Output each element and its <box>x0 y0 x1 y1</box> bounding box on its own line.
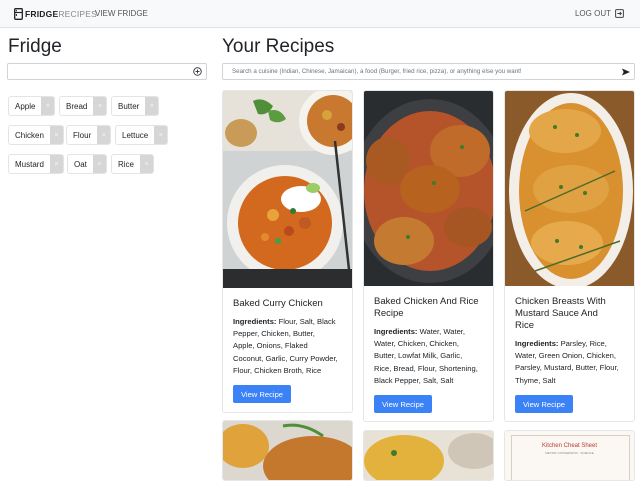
ingredients-line: Water, Green Onion, Chicken, <box>515 351 617 361</box>
recipe-image <box>364 91 493 286</box>
ingredients-label: Ingredients: <box>233 317 277 326</box>
recipe-ingredients: Ingredients: Flour, Salt, Black Pepper, … <box>233 316 338 377</box>
chip-label: Bread <box>66 101 88 111</box>
ingredients-line: Thyme, Salt <box>515 375 556 385</box>
remove-chip-button[interactable]: × <box>97 126 111 144</box>
recipe-title-line: Rice <box>515 320 535 331</box>
view-recipe-button[interactable]: View Recipe <box>233 385 291 403</box>
ingredients-line: Flour, Chicken Broth, Rice <box>233 365 322 375</box>
ingredients-line: Parsley, Mustard, Butter, Flour, <box>515 363 619 373</box>
recipe-card: Chicken Breasts With Mustard Sauce And R… <box>504 90 635 422</box>
chip-label: Chicken <box>15 130 44 140</box>
cheat-sheet-subtitle: METRIC CONVERSION · SCIENCE <box>545 451 594 455</box>
chip-label: Lettuce <box>122 130 149 140</box>
remove-chip-button[interactable]: × <box>49 155 63 173</box>
recipe-ingredients: Ingredients: Parsley, Rice, Water, Green… <box>515 338 619 387</box>
recipe-ingredients: Ingredients: Water, Water, Water, Chicke… <box>374 326 478 387</box>
recipe-image <box>364 431 493 480</box>
brand-name-bold: FRIDGE <box>25 9 59 19</box>
ingredient-chip: Lettuce × <box>115 125 169 145</box>
remove-chip-button[interactable]: × <box>145 97 159 115</box>
recipe-card: Baked Chicken And Rice Recipe Ingredient… <box>363 90 494 422</box>
recipe-title: Baked Curry Chicken <box>233 298 323 309</box>
ingredient-chip: Oat × <box>67 154 107 174</box>
chip-label: Mustard <box>15 159 44 169</box>
brand-name-light: RECIPES <box>58 9 98 19</box>
chip-label: Butter <box>118 101 140 111</box>
chip-label: Flour <box>73 130 92 140</box>
ingredient-chip: Chicken × <box>8 125 64 145</box>
remove-chip-button[interactable]: × <box>154 126 168 144</box>
ingredients-line: Butter, Lowfat Milk, Garlic, <box>374 351 463 361</box>
ingredient-chip: Mustard × <box>8 154 64 174</box>
ingredients-label: Ingredients: <box>515 339 559 348</box>
ingredient-chip: Rice × <box>111 154 155 174</box>
top-navbar: FRIDGE RECIPES VIEW FRIDGE LOG OUT <box>0 0 640 28</box>
view-recipe-button[interactable]: View Recipe <box>374 395 432 413</box>
remove-chip-button[interactable]: × <box>93 97 107 115</box>
send-icon[interactable] <box>621 67 631 77</box>
ingredient-chip: Apple × <box>8 96 56 116</box>
ingredient-chip: Flour × <box>66 125 112 145</box>
remove-chip-button[interactable]: × <box>92 155 106 173</box>
fridge-icon <box>14 8 23 20</box>
ingredients-line: Apple, Onions, Flaked <box>233 341 308 351</box>
recipe-image <box>505 91 634 286</box>
logout-icon <box>615 9 624 18</box>
recipe-card: Kitchen Cheat Sheet METRIC CONVERSION · … <box>504 430 635 481</box>
recipe-search-input[interactable]: Search a cuisine (Indian, Chinese, Jamai… <box>222 63 635 80</box>
fridge-ingredient-input[interactable] <box>7 63 207 80</box>
ingredients-label: Ingredients: <box>374 327 418 336</box>
recipe-image <box>223 91 352 288</box>
recipes-title: Your Recipes <box>222 36 335 57</box>
recipe-title-line: Recipe <box>374 308 404 319</box>
recipe-image: Kitchen Cheat Sheet METRIC CONVERSION · … <box>505 431 634 480</box>
recipe-card <box>222 420 353 481</box>
ingredient-chip: Bread × <box>59 96 108 116</box>
ingredient-chip: Butter × <box>111 96 160 116</box>
remove-chip-button[interactable]: × <box>49 126 63 144</box>
recipe-title-line: Chicken Breasts With <box>515 296 606 307</box>
chip-label: Oat <box>74 159 87 169</box>
ingredients-line: Coconut, Garlic, Curry Powder, <box>233 353 338 363</box>
ingredients-line: Water, Water, <box>419 327 466 336</box>
recipe-title-line: Mustard Sauce And <box>515 308 598 319</box>
logout-link[interactable]: LOG OUT <box>575 9 624 18</box>
recipe-image <box>223 421 352 480</box>
add-circle-icon[interactable] <box>193 67 202 76</box>
ingredients-line: Parsley, Rice, <box>560 339 607 348</box>
view-recipe-button[interactable]: View Recipe <box>515 395 573 413</box>
recipe-title: Chicken Breasts With Mustard Sauce And R… <box>515 296 606 332</box>
ingredients-line: Water, Chicken, Chicken, <box>374 339 459 349</box>
chip-label: Apple <box>15 101 36 111</box>
ingredients-line: Black Pepper, Salt, Salt <box>374 375 454 385</box>
recipe-card: Baked Curry Chicken Ingredients: Flour, … <box>222 90 353 413</box>
ingredients-line: Rice, Bread, Flour, Shortening, <box>374 363 478 373</box>
logout-label: LOG OUT <box>574 9 611 18</box>
brand-logo[interactable]: FRIDGE RECIPES <box>14 7 97 21</box>
cheat-sheet-title: Kitchen Cheat Sheet <box>541 443 598 449</box>
recipe-title-line: Baked Chicken And Rice <box>374 296 479 307</box>
search-placeholder: Search a cuisine (Indian, Chinese, Jamai… <box>232 68 522 75</box>
chip-label: Rice <box>118 159 135 169</box>
ingredients-line: Flour, Salt, Black <box>278 317 336 326</box>
fridge-title: Fridge <box>8 36 62 57</box>
nav-view-fridge-link[interactable]: VIEW FRIDGE <box>95 9 148 18</box>
ingredients-line: Pepper, Chicken, Butter, <box>233 329 315 339</box>
recipe-card <box>363 430 494 481</box>
remove-chip-button[interactable]: × <box>140 155 154 173</box>
remove-chip-button[interactable]: × <box>41 97 55 115</box>
recipe-title: Baked Chicken And Rice Recipe <box>374 296 479 320</box>
